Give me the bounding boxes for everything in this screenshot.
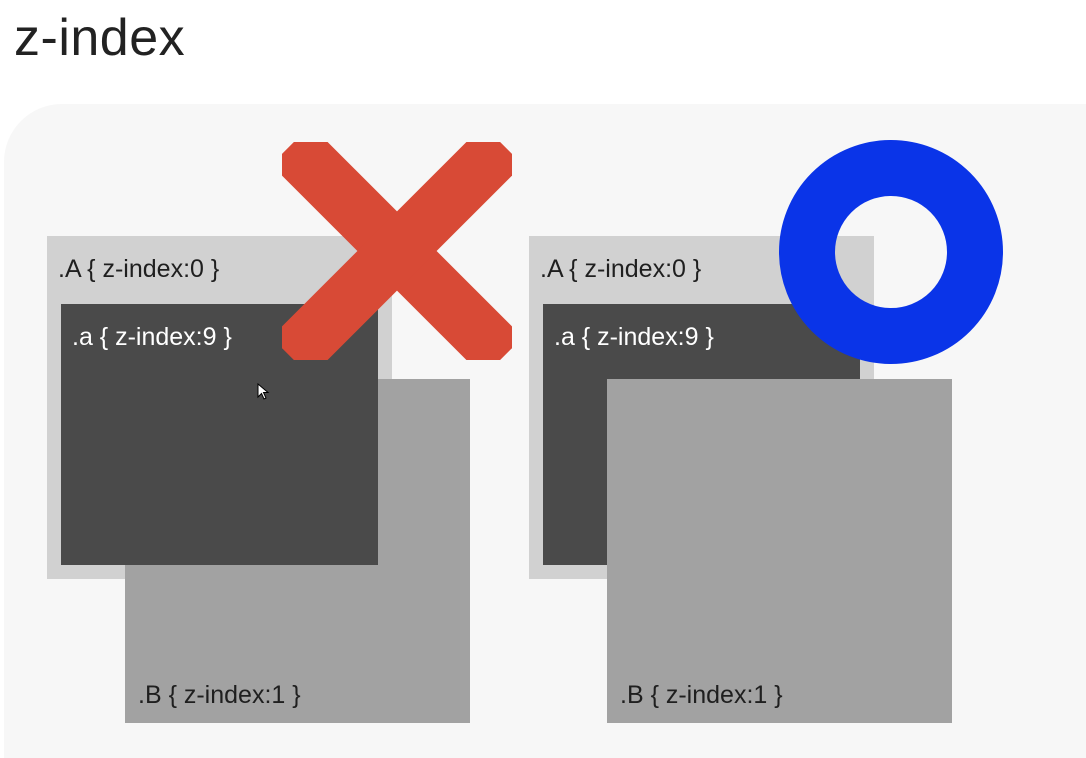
- box-B: [607, 379, 952, 723]
- label-A: .A { z-index:0 }: [540, 255, 702, 283]
- page-title: z-index: [14, 9, 186, 67]
- label-B: .B { z-index:1 }: [620, 681, 783, 709]
- cross-icon: [282, 142, 512, 360]
- label-a: .a { z-index:9 }: [72, 323, 232, 351]
- circle-icon: [779, 140, 1003, 364]
- label-B: .B { z-index:1 }: [138, 681, 301, 709]
- label-A: .A { z-index:0 }: [58, 255, 220, 283]
- label-a: .a { z-index:9 }: [554, 323, 714, 351]
- cursor-icon: [257, 383, 270, 400]
